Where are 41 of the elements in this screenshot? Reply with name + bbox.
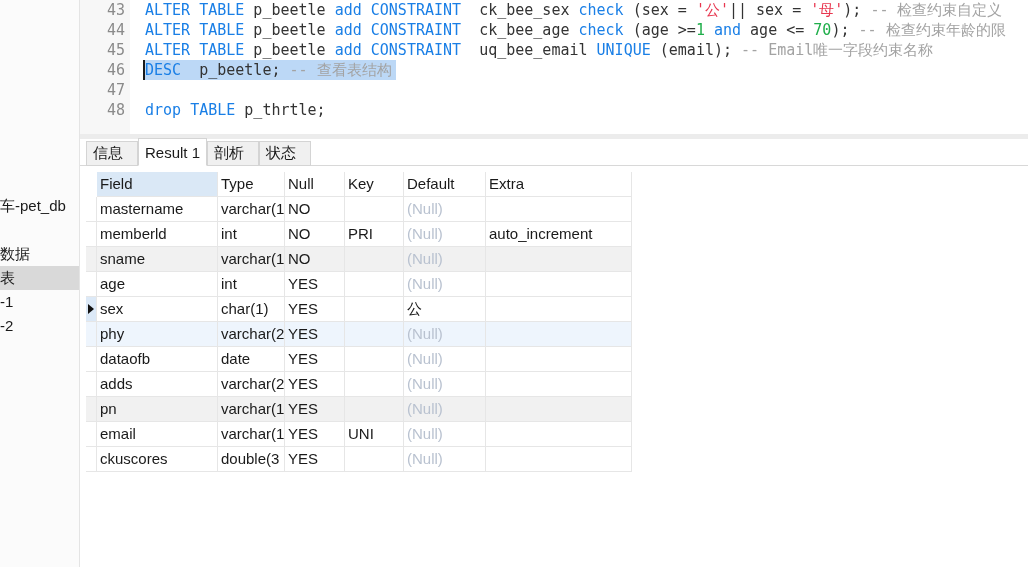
result-tab[interactable]: Result 1	[138, 138, 208, 166]
code-line: drop TABLE p_thrtle;	[144, 100, 326, 120]
code-line: ALTER TABLE p_beetle add CONSTRAINT ck_bee_age check (age >=1 and age <= 70); -- 检查约束年龄的限	[144, 20, 1006, 40]
sidebar-item[interactable]: 表	[0, 266, 79, 290]
code-line: ALTER TABLE p_beetle add CONSTRAINT uq_bee_email UNIQUE (email); -- Email唯一字段约束名称	[144, 40, 934, 60]
line-number: 47	[106, 80, 125, 100]
table-row[interactable]: sex char(1) YES 公	[86, 297, 632, 322]
table-row[interactable]: age int YES (Null)	[86, 272, 632, 297]
code-line: ALTER TABLE p_beetle add CONSTRAINT ck_bee_sex check (sex = '公'|| sex = '母'); -- 检查约束自定义	[144, 0, 1003, 20]
table-row[interactable]: dataofb date YES (Null)	[86, 347, 632, 372]
line-number: 48	[106, 100, 125, 120]
line-number: 46	[106, 60, 125, 80]
table-row[interactable]: memberld int NO PRI (Null) auto_increment	[86, 222, 632, 247]
column-header[interactable]: Type	[218, 172, 285, 197]
sidebar-item[interactable]: -2	[0, 314, 79, 338]
table-cell: YES	[285, 447, 345, 472]
row-marker-icon	[88, 304, 94, 314]
table-row[interactable]: pn varchar(1 YES (Null)	[86, 397, 632, 422]
table-row[interactable]: ckuscores double(3 YES (Null)	[86, 447, 632, 472]
line-number: 45	[106, 40, 125, 60]
table-row[interactable]: mastername varchar(1 NO (Null)	[86, 197, 632, 222]
line-number: 44	[106, 20, 125, 40]
column-header[interactable]: Null	[285, 172, 345, 197]
table-cell: ckuscores	[97, 447, 218, 472]
result-tab[interactable]: 信息	[86, 141, 138, 166]
column-header[interactable]: Key	[345, 172, 404, 197]
column-header[interactable]: Default	[404, 172, 486, 197]
table-row[interactable]: adds varchar(2 YES (Null)	[86, 372, 632, 397]
table-cell: (Null)	[404, 447, 486, 472]
table-row[interactable]: sname varchar(1 NO (Null)	[86, 247, 632, 272]
column-header[interactable]: Extra	[486, 172, 632, 197]
sidebar-item[interactable]: -1	[0, 290, 79, 314]
sidebar-item[interactable]: 数据	[0, 242, 79, 266]
column-header[interactable]: Field	[97, 172, 218, 197]
result-tab[interactable]: 剖析	[207, 141, 260, 166]
table-row[interactable]: email varchar(1 YES UNI (Null)	[86, 422, 632, 447]
result-tab[interactable]: 状态	[259, 141, 312, 166]
row-header[interactable]	[86, 297, 97, 322]
line-number: 43	[106, 0, 125, 20]
sidebar-item[interactable]: 车-pet_db	[0, 194, 79, 218]
table-cell: double(3	[218, 447, 285, 472]
